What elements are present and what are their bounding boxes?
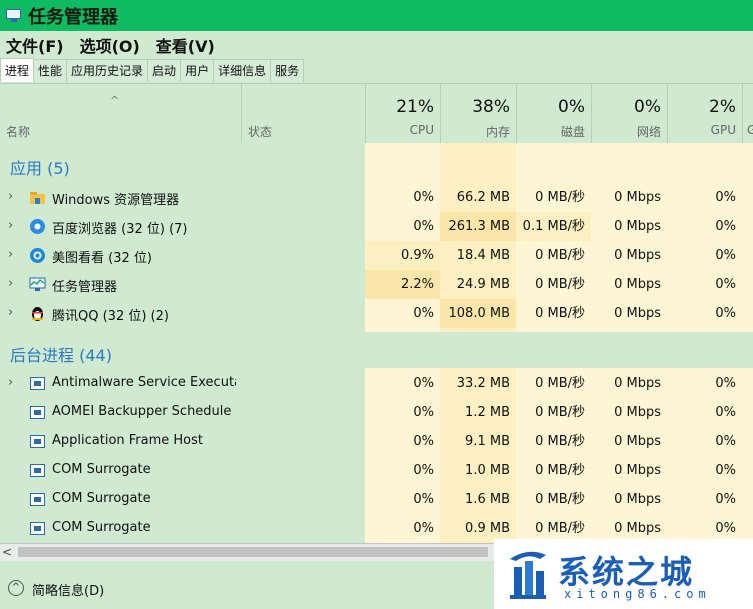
process-row-baidu-browser[interactable]: › 百度浏览器 (32 位) (7) 0% 261.3 MB 0.1 MB/秒 … xyxy=(0,212,753,241)
column-memory[interactable]: 38% 内存 xyxy=(440,84,516,143)
menu-view[interactable]: 查看(V) xyxy=(156,33,215,57)
tab-startup[interactable]: 启动 xyxy=(147,59,182,82)
process-row-antimalware[interactable]: › Antimalware Service Executa... 0% 33.2… xyxy=(0,369,753,398)
service-window-icon xyxy=(30,377,45,390)
service-window-icon xyxy=(30,406,45,419)
expand-chevron-icon[interactable]: › xyxy=(8,218,13,233)
service-window-icon xyxy=(30,493,45,506)
expand-chevron-icon[interactable]: › xyxy=(8,189,13,204)
tab-app-history[interactable]: 应用历史记录 xyxy=(66,59,149,82)
sort-up-icon: ^ xyxy=(110,94,120,107)
process-row-task-manager[interactable]: › 任务管理器 2.2% 24.9 MB 0 MB/秒 0 Mbps 0% xyxy=(0,270,753,299)
process-list: 应用 (5) › Windows 资源管理器 0% 66.2 MB 0 MB/秒… xyxy=(0,143,753,543)
process-row-aomei[interactable]: AOMEI Backupper Schedule ... 0% 1.2 MB 0… xyxy=(0,398,753,427)
fewer-details-button[interactable]: 简略信息(D) xyxy=(32,580,104,599)
scroll-left-arrow-icon[interactable]: < xyxy=(2,544,12,561)
task-manager-app-icon xyxy=(6,8,22,23)
group-header-background[interactable]: 后台进程 (44) xyxy=(0,332,753,368)
column-cpu[interactable]: 21% CPU xyxy=(365,84,440,143)
service-window-icon xyxy=(30,522,45,535)
column-network[interactable]: 0% 网络 xyxy=(591,84,667,143)
expand-chevron-icon[interactable]: › xyxy=(8,375,13,390)
process-row-com-surrogate-1[interactable]: COM Surrogate 0% 1.0 MB 0 MB/秒 0 Mbps 0% xyxy=(0,456,753,485)
tab-users[interactable]: 用户 xyxy=(180,59,215,82)
menu-file[interactable]: 文件(F) xyxy=(6,33,64,57)
meitu-icon xyxy=(30,248,45,263)
folder-icon xyxy=(30,192,45,204)
column-header: ^ 名称 状态 21% CPU 38% 内存 0% 磁盘 0% 网络 2% GP… xyxy=(0,83,753,143)
window-title: 任务管理器 xyxy=(28,6,118,28)
tab-processes[interactable]: 进程 xyxy=(0,58,35,82)
process-row-explorer[interactable]: › Windows 资源管理器 0% 66.2 MB 0 MB/秒 0 Mbps… xyxy=(0,183,753,212)
service-window-icon xyxy=(30,435,45,448)
process-row-com-surrogate-2[interactable]: COM Surrogate 0% 1.6 MB 0 MB/秒 0 Mbps 0% xyxy=(0,485,753,514)
column-gpu-engine[interactable]: G xyxy=(742,84,753,143)
chevron-up-circle-icon[interactable]: ^ xyxy=(8,580,24,596)
process-row-app-frame-host[interactable]: Application Frame Host 0% 9.1 MB 0 MB/秒 … xyxy=(0,427,753,456)
tab-performance[interactable]: 性能 xyxy=(33,59,68,82)
column-name[interactable]: ^ 名称 xyxy=(0,84,241,143)
column-disk[interactable]: 0% 磁盘 xyxy=(516,84,591,143)
expand-chevron-icon[interactable]: › xyxy=(8,305,13,320)
tab-strip: 进程 性能 应用历史记录 启动 用户 详细信息 服务 xyxy=(0,58,305,82)
site-logo-icon xyxy=(510,551,546,599)
watermark-url: xitong86.com xyxy=(564,587,711,601)
column-status[interactable]: 状态 xyxy=(241,84,365,143)
menu-bar: 文件(F) 选项(O) 查看(V) xyxy=(0,31,753,58)
tab-details[interactable]: 详细信息 xyxy=(213,59,272,82)
group-header-apps[interactable]: 应用 (5) xyxy=(0,150,753,180)
expand-chevron-icon[interactable]: › xyxy=(8,276,13,291)
qq-penguin-icon xyxy=(32,307,43,321)
column-gpu[interactable]: 2% GPU xyxy=(667,84,742,143)
task-manager-icon xyxy=(29,277,46,291)
baidu-browser-icon xyxy=(30,219,45,234)
scrollbar-thumb[interactable] xyxy=(18,547,488,557)
process-row-qq[interactable]: › 腾讯QQ (32 位) (2) 0% 108.0 MB 0 MB/秒 0 M… xyxy=(0,299,753,328)
expand-chevron-icon[interactable]: › xyxy=(8,247,13,262)
title-bar: 任务管理器 xyxy=(0,0,753,31)
service-window-icon xyxy=(30,464,45,477)
process-row-meitu[interactable]: › 美图看看 (32 位) 0.9% 18.4 MB 0 MB/秒 0 Mbps… xyxy=(0,241,753,270)
menu-options[interactable]: 选项(O) xyxy=(80,33,140,57)
tab-services[interactable]: 服务 xyxy=(270,59,305,82)
watermark: 系统之城 xitong86.com xyxy=(494,539,753,609)
